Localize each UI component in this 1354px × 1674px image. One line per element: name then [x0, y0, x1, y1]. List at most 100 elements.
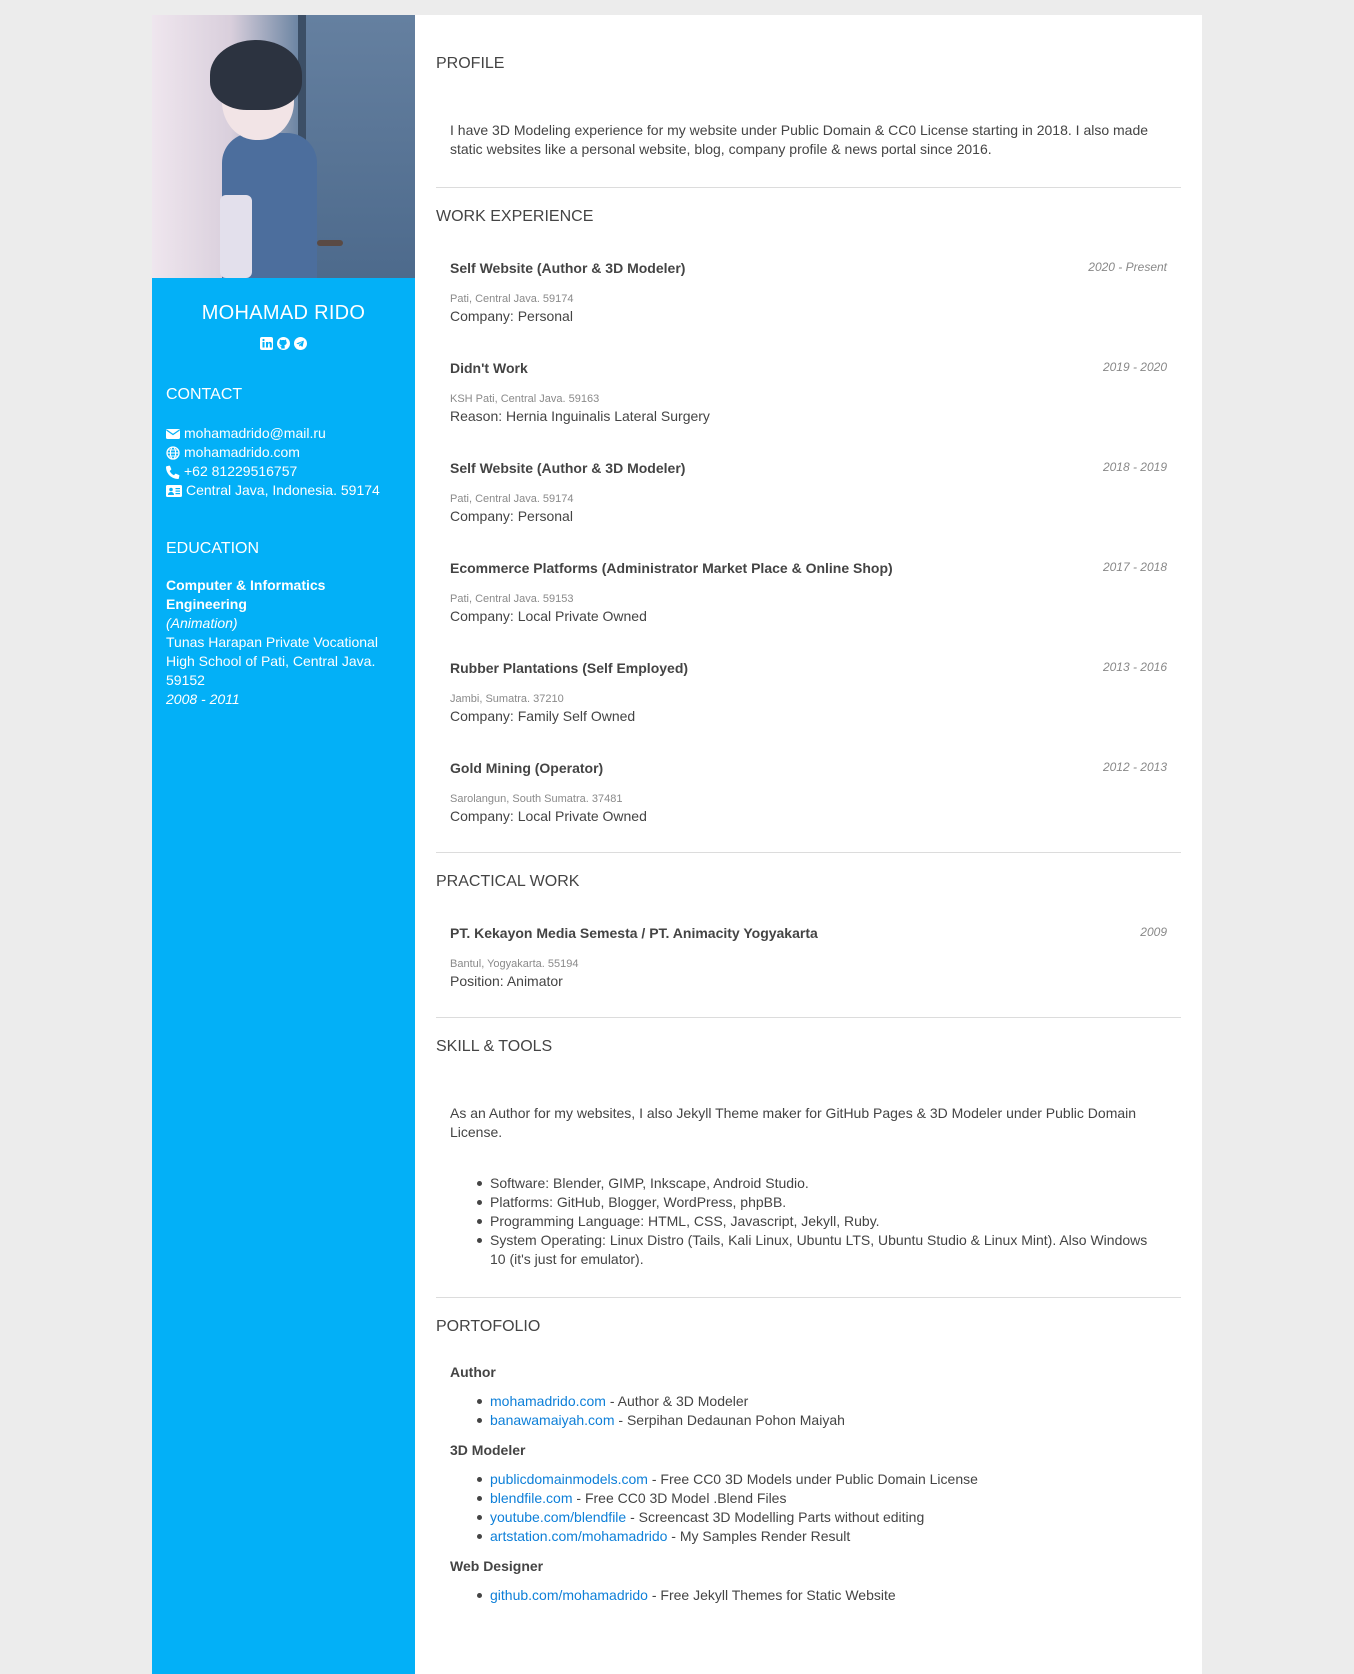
portfolio-item: artstation.com/mohamadrido - My Samples … [477, 1527, 1181, 1546]
profile-text: I have 3D Modeling experience for my web… [450, 122, 1149, 157]
education-section: EDUCATION Computer & Informatics Enginee… [152, 540, 415, 709]
work-section: WORK EXPERIENCE Self Website (Author & 3… [436, 188, 1181, 853]
education-title: EDUCATION [166, 540, 260, 557]
resume-page: MOHAMAD RIDO CONTACT mohamadrido@mail.ru… [152, 15, 1202, 1674]
portfolio-section: PORTOFOLIO Author mohamadrido.com - Autho… [436, 1298, 1181, 1605]
portfolio-link[interactable]: mohamadrido.com [490, 1393, 606, 1409]
portfolio-item-desc: - Screencast 3D Modelling Parts without … [626, 1509, 925, 1525]
practical-item-title: PT. Kekayon Media Semesta / PT. Animacit… [450, 925, 818, 941]
portfolio-item-desc: - My Samples Render Result [667, 1528, 851, 1544]
job-location: KSH Pati, Central Java. 59163 [450, 393, 600, 405]
contact-website[interactable]: mohamadrido.com [166, 443, 401, 462]
education-years: 2008 - 2011 [166, 691, 240, 707]
practical-item-location: Bantul, Yogyakarta. 55194 [450, 958, 579, 970]
skills-section: SKILL & TOOLS As an Author for my websit… [436, 1018, 1181, 1298]
skill-item: Platforms: GitHub, Blogger, WordPress, p… [477, 1193, 1181, 1212]
skills-title: SKILL & TOOLS [436, 1038, 553, 1055]
job-date: 2012 - 2013 [1102, 760, 1167, 774]
main-content: PROFILE I have 3D Modeling experience fo… [415, 15, 1202, 1674]
envelope-icon [166, 428, 180, 439]
skill-item: System Operating: Linux Distro (Tails, K… [477, 1231, 1181, 1269]
job-item: Ecommerce Platforms (Administrator Marke… [436, 560, 1181, 624]
job-title: Gold Mining (Operator) [450, 760, 604, 776]
portfolio-item: banawamaiyah.com - Serpihan Dedaunan Poh… [477, 1411, 1181, 1430]
job-item: Didn't Work 2019 - 2020 KSH Pati, Central … [436, 360, 1181, 424]
practical-section: PRACTICAL WORK PT. Kekayon Media Semesta… [436, 853, 1181, 1018]
portfolio-link[interactable]: publicdomainmodels.com [490, 1471, 648, 1487]
job-location: Sarolangun, South Sumatra. 37481 [450, 793, 623, 805]
contact-address: Central Java, Indonesia. 59174 [166, 481, 401, 500]
job-description: Reason: Hernia Inguinalis Lateral Surger… [450, 408, 710, 424]
profile-photo [152, 15, 415, 278]
portfolio-item: mohamadrido.com - Author & 3D Modeler [477, 1392, 1181, 1411]
linkedin-icon[interactable] [260, 337, 273, 350]
portfolio-item: github.com/mohamadrido - Free Jekyll The… [477, 1586, 1181, 1605]
person-name: MOHAMAD RIDO [201, 302, 366, 324]
contact-section: CONTACT mohamadrido@mail.ru mohamadrido.… [152, 386, 415, 500]
job-description: Company: Local Private Owned [450, 808, 647, 824]
job-location: Pati, Central Java. 59174 [450, 493, 574, 505]
website-text: mohamadrido.com [184, 444, 300, 460]
portfolio-item-desc: - Author & 3D Modeler [605, 1393, 749, 1409]
skills-list: Software: Blender, GIMP, Inkscape, Andro… [436, 1174, 1181, 1269]
sidebar: MOHAMAD RIDO CONTACT mohamadrido@mail.ru… [152, 15, 415, 1674]
profile-section: PROFILE I have 3D Modeling experience fo… [436, 15, 1181, 188]
portfolio-list: publicdomainmodels.com - Free CC0 3D Mod… [436, 1470, 1181, 1546]
job-description: Company: Family Self Owned [450, 708, 636, 724]
portfolio-item: blendfile.com - Free CC0 3D Model .Blend… [477, 1489, 1181, 1508]
skill-item: Software: Blender, GIMP, Inkscape, Andro… [477, 1174, 1181, 1193]
portfolio-link[interactable]: banawamaiyah.com [490, 1412, 615, 1428]
job-title: Didn't Work [450, 360, 528, 376]
work-title: WORK EXPERIENCE [436, 208, 594, 225]
education-degree: Computer & Informatics Engineering [166, 577, 326, 612]
portfolio-link[interactable]: artstation.com/mohamadrido [490, 1528, 667, 1544]
skill-item: Programming Language: HTML, CSS, Javascr… [477, 1212, 1181, 1231]
portfolio-item-desc: - Free CC0 3D Model .Blend Files [572, 1490, 787, 1506]
portfolio-item: publicdomainmodels.com - Free CC0 3D Mod… [477, 1470, 1181, 1489]
portfolio-item: youtube.com/blendfile - Screencast 3D Mo… [477, 1508, 1181, 1527]
practical-item-desc: Position: Animator [450, 973, 563, 989]
profile-title: PROFILE [436, 55, 505, 72]
portfolio-item-desc: - Serpihan Dedaunan Pohon Maiyah [614, 1412, 845, 1428]
portfolio-item-desc: - Free CC0 3D Models under Public Domain… [647, 1471, 978, 1487]
telegram-icon[interactable] [294, 337, 307, 350]
job-title: Self Website (Author & 3D Modeler) [450, 260, 686, 276]
phone-icon [166, 465, 180, 479]
skills-intro: As an Author for my websites, I also Jek… [450, 1105, 1137, 1140]
job-location: Pati, Central Java. 59153 [450, 593, 574, 605]
portfolio-group-title: Web Designer [450, 1558, 544, 1574]
portfolio-group-title: Author [450, 1364, 496, 1380]
portfolio-link[interactable]: youtube.com/blendfile [490, 1509, 626, 1525]
portfolio-item-desc: - Free Jekyll Themes for Static Website [647, 1587, 896, 1603]
github-icon[interactable] [277, 337, 290, 350]
job-location: Jambi, Sumatra. 37210 [450, 693, 564, 705]
job-date: 2019 - 2020 [1102, 360, 1167, 374]
job-description: Company: Personal [450, 308, 573, 324]
job-title: Rubber Plantations (Self Employed) [450, 660, 689, 676]
contact-phone[interactable]: +62 81229516757 [166, 462, 401, 481]
portfolio-link[interactable]: github.com/mohamadrido [490, 1587, 648, 1603]
job-item: Gold Mining (Operator) 2012 - 2013 Sarolan… [436, 760, 1181, 824]
globe-icon [166, 445, 180, 460]
portfolio-link[interactable]: blendfile.com [490, 1490, 573, 1506]
contact-title: CONTACT [166, 386, 243, 403]
job-description: Company: Local Private Owned [450, 608, 647, 624]
contact-email[interactable]: mohamadrido@mail.ru [166, 424, 401, 443]
job-date: 2020 - Present [1088, 260, 1167, 274]
job-date: 2018 - 2019 [1102, 460, 1167, 474]
job-title: Ecommerce Platforms (Administrator Marke… [450, 560, 893, 576]
job-location: Pati, Central Java. 59174 [450, 293, 574, 305]
address-text: Central Java, Indonesia. 59174 [186, 482, 380, 498]
phone-text: +62 81229516757 [184, 463, 298, 479]
practical-title: PRACTICAL WORK [436, 873, 580, 890]
portfolio-title: PORTOFOLIO [436, 1318, 541, 1335]
job-item: Self Website (Author & 3D Modeler) 2018 -… [436, 460, 1181, 524]
job-title: Self Website (Author & 3D Modeler) [450, 460, 686, 476]
practical-item-date: 2009 [1140, 925, 1167, 939]
portfolio-group-title: 3D Modeler [450, 1442, 526, 1458]
job-item: Self Website (Author & 3D Modeler) 2020 -… [436, 260, 1181, 324]
address-card-icon [166, 484, 182, 497]
job-date: 2017 - 2018 [1102, 560, 1167, 574]
job-description: Company: Personal [450, 508, 573, 524]
job-date: 2013 - 2016 [1102, 660, 1167, 674]
